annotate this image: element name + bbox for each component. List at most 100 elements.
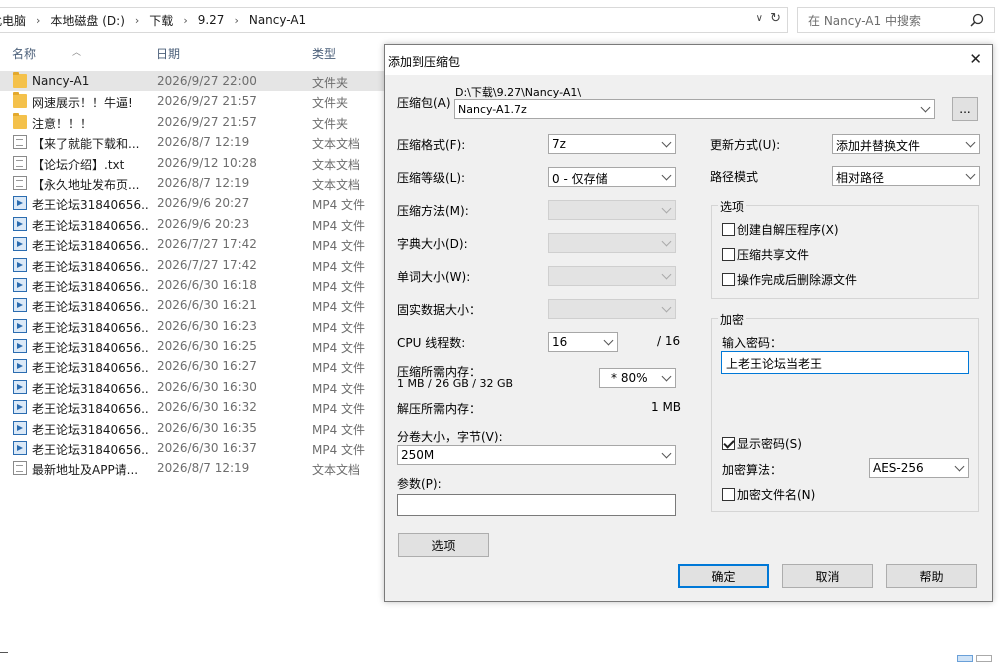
file-type: MP4 文件 — [312, 361, 366, 376]
file-row[interactable]: 老王论坛31840656... 2026/7/27 17:42 MP4 文件 — [0, 234, 385, 254]
path-mode-label: 路径模式 — [710, 170, 759, 184]
address-history-chevron-icon[interactable]: ∨ — [756, 13, 763, 24]
dialog-title-bar: 添加到压缩包 ✕ — [385, 45, 992, 75]
file-row[interactable]: 【论坛介绍】.txt 2026/9/12 10:28 文本文档 — [0, 153, 385, 173]
view-mode-toggles — [957, 651, 997, 662]
delete-after-checkbox[interactable]: 操作完成后删除源文件 — [722, 271, 857, 288]
file-row[interactable]: 老王论坛31840656... 2026/6/30 16:35 MP4 文件 — [0, 418, 385, 438]
file-list: Nancy-A1 2026/9/27 22:00 文件夹 网速展示！！牛逼! 2026/… — [0, 71, 385, 479]
split-size-combo[interactable]: 250M — [397, 445, 676, 465]
file-row[interactable]: 注意！！！ 2026/9/27 21:57 文件夹 — [0, 112, 385, 132]
file-type: MP4 文件 — [312, 341, 366, 356]
address-bar[interactable]: 此电脑 › 本地磁盘 (D:) › 下载 › 9.27 › Nancy-A1 ∨… — [0, 7, 788, 33]
encryption-group-title: 加密 — [718, 311, 747, 328]
file-type: MP4 文件 — [312, 381, 366, 396]
file-date: 2026/9/6 20:23 — [157, 216, 250, 231]
file-type: MP4 文件 — [312, 300, 366, 315]
refresh-icon[interactable]: ↻ — [770, 11, 781, 26]
format-select[interactable]: 7z — [548, 134, 676, 154]
level-value: 0 - 仅存储 — [552, 172, 608, 186]
password-input[interactable]: 上老王论坛当老王 — [721, 351, 969, 374]
video-file-icon — [13, 420, 27, 435]
file-name: 老王论坛31840656... — [32, 361, 148, 376]
checkbox-box[interactable] — [722, 223, 735, 236]
file-date: 2026/8/7 12:19 — [157, 175, 250, 190]
video-file-icon — [13, 216, 27, 231]
archive-path: D:\下载\9.27\Nancy-A1\ — [455, 86, 582, 99]
show-password-checkbox[interactable]: 显示密码(S) — [722, 435, 802, 452]
add-to-archive-dialog: 添加到压缩包 ✕ 压缩包(A) D:\下载\9.27\Nancy-A1\ Nan… — [384, 44, 993, 602]
shared-files-checkbox[interactable]: 压缩共享文件 — [722, 246, 809, 263]
file-name: 老王论坛31840656... — [32, 279, 148, 294]
path-mode-select[interactable]: 相对路径 — [832, 166, 980, 186]
search-icon[interactable] — [970, 13, 984, 27]
file-row[interactable]: 老王论坛31840656... 2026/6/30 16:25 MP4 文件 — [0, 336, 385, 356]
options-button[interactable]: 选项 — [398, 533, 489, 557]
params-input[interactable] — [397, 494, 676, 516]
file-row[interactable]: 【永久地址发布页... 2026/8/7 12:19 文本文档 — [0, 173, 385, 193]
details-view-icon[interactable] — [957, 655, 973, 662]
file-row[interactable]: 老王论坛31840656... 2026/6/30 16:37 MP4 文件 — [0, 438, 385, 458]
memory-percent-select[interactable]: * 80% — [599, 368, 676, 388]
text-file-icon — [13, 175, 27, 190]
file-name: 网速展示！！牛逼! — [32, 96, 133, 111]
help-button[interactable]: 帮助 — [886, 564, 977, 588]
file-type: 文本文档 — [312, 177, 361, 192]
browse-button[interactable]: ... — [952, 97, 978, 121]
breadcrumb-downloads[interactable]: 下载 — [147, 12, 175, 29]
file-name: 【永久地址发布页... — [32, 177, 140, 192]
file-row[interactable]: 老王论坛31840656... 2026/9/6 20:23 MP4 文件 — [0, 214, 385, 234]
cancel-button[interactable]: 取消 — [782, 564, 873, 588]
chevron-down-icon[interactable] — [920, 102, 931, 113]
update-mode-select[interactable]: 添加并替换文件 — [832, 134, 980, 154]
column-name[interactable]: 名称 — [12, 45, 36, 62]
encrypt-names-checkbox[interactable]: 加密文件名(N) — [722, 486, 815, 503]
cpu-max: / 16 — [657, 334, 681, 348]
sfx-checkbox[interactable]: 创建自解压程序(X) — [722, 221, 839, 238]
archive-name-value: Nancy-A1.7z — [458, 103, 527, 116]
dict-select — [548, 233, 676, 253]
checkbox-box[interactable] — [722, 248, 735, 261]
file-row[interactable]: 老王论坛31840656... 2026/6/30 16:18 MP4 文件 — [0, 275, 385, 295]
column-date[interactable]: 日期 — [156, 45, 180, 62]
file-row[interactable]: 最新地址及APP请... 2026/8/7 12:19 文本文档 — [0, 458, 385, 478]
close-icon[interactable]: ✕ — [969, 50, 982, 68]
file-row[interactable]: 老王论坛31840656... 2026/7/27 17:42 MP4 文件 — [0, 255, 385, 275]
chevron-down-icon — [661, 302, 672, 313]
file-type: 文本文档 — [312, 137, 361, 152]
file-type: MP4 文件 — [312, 259, 366, 274]
update-mode-value: 添加并替换文件 — [836, 139, 921, 153]
checkbox-box-checked[interactable] — [722, 437, 735, 450]
column-type[interactable]: 类型 — [312, 45, 336, 62]
video-file-icon — [13, 441, 27, 456]
chevron-down-icon[interactable] — [661, 448, 672, 459]
file-date: 2026/6/30 16:35 — [157, 420, 257, 435]
file-name: 老王论坛31840656... — [32, 300, 148, 315]
file-row[interactable]: Nancy-A1 2026/9/27 22:00 文件夹 — [0, 71, 385, 92]
file-row[interactable]: 老王论坛31840656... 2026/6/30 16:30 MP4 文件 — [0, 377, 385, 397]
file-name: 老王论坛31840656... — [32, 239, 148, 254]
breadcrumb-9-27[interactable]: 9.27 — [196, 13, 227, 27]
breadcrumb-nancy-a1[interactable]: Nancy-A1 — [247, 13, 308, 27]
chevron-down-icon — [661, 170, 672, 181]
checkbox-box[interactable] — [722, 488, 735, 501]
cpu-select[interactable]: 16 — [548, 332, 618, 352]
thumbnail-view-icon[interactable] — [976, 655, 992, 662]
file-row[interactable]: 老王论坛31840656... 2026/6/30 16:27 MP4 文件 — [0, 356, 385, 376]
ok-button[interactable]: 确定 — [678, 564, 769, 588]
search-input[interactable]: 在 Nancy-A1 中搜索 — [797, 7, 995, 33]
file-row[interactable]: 老王论坛31840656... 2026/6/30 16:21 MP4 文件 — [0, 295, 385, 315]
file-date: 2026/8/7 12:19 — [157, 461, 250, 476]
algorithm-select[interactable]: AES-256 — [869, 458, 969, 478]
file-row[interactable]: 老王论坛31840656... 2026/6/30 16:32 MP4 文件 — [0, 397, 385, 417]
file-row[interactable]: 老王论坛31840656... 2026/6/30 16:23 MP4 文件 — [0, 316, 385, 336]
video-file-icon — [13, 257, 27, 272]
file-row[interactable]: 【来了就能下载和... 2026/8/7 12:19 文本文档 — [0, 132, 385, 152]
archive-name-combo[interactable]: Nancy-A1.7z — [454, 99, 935, 119]
breadcrumb-this-pc[interactable]: 此电脑 — [0, 12, 28, 29]
file-row[interactable]: 老王论坛31840656... 2026/9/6 20:27 MP4 文件 — [0, 193, 385, 213]
level-select[interactable]: 0 - 仅存储 — [548, 167, 676, 187]
checkbox-box[interactable] — [722, 273, 735, 286]
file-row[interactable]: 网速展示！！牛逼! 2026/9/27 21:57 文件夹 — [0, 91, 385, 111]
breadcrumb-drive-d[interactable]: 本地磁盘 (D:) — [48, 12, 126, 29]
